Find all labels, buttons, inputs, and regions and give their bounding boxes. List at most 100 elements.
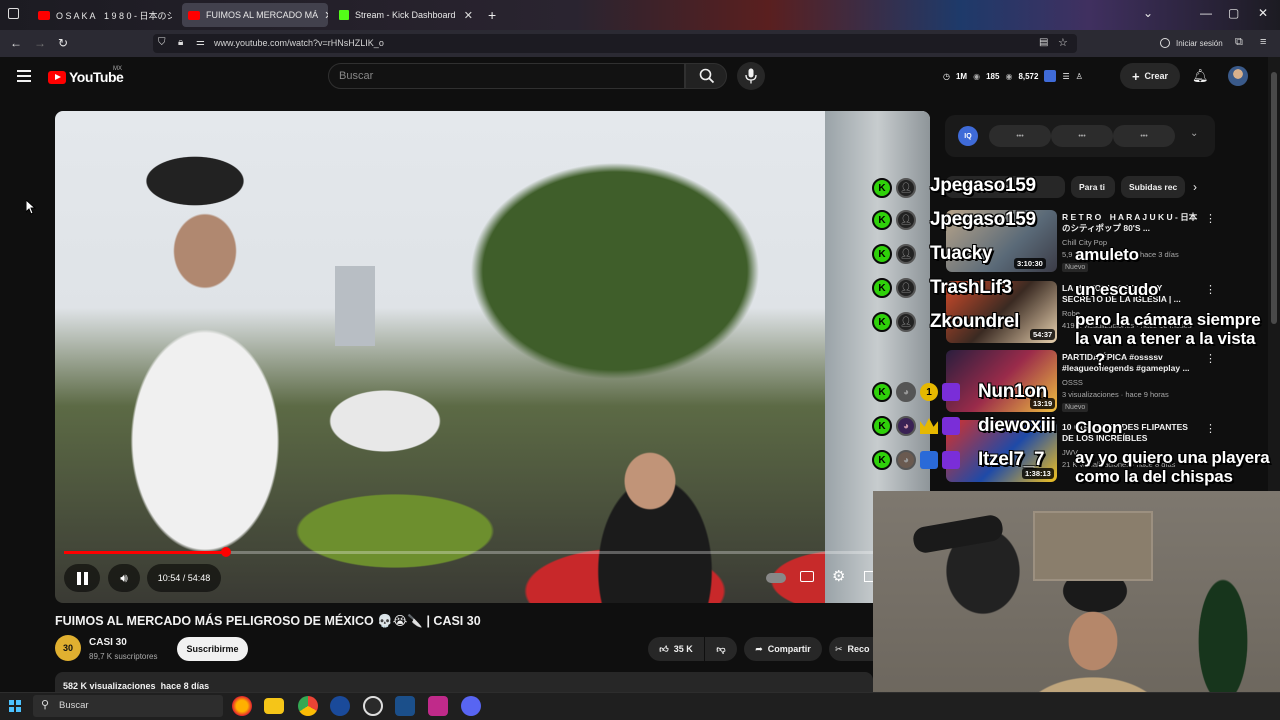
search-button[interactable] [685,63,727,89]
settings-gear-icon[interactable]: ⚙ [832,567,845,585]
pause-button[interactable] [64,564,100,592]
shield-icon[interactable]: ⛉ [158,37,166,48]
extension-stats[interactable]: ◷ 1M ◉ 185 ◉ 8,572 ☰ ♙ [943,70,1083,82]
user-icon: 👤︎ [896,244,916,264]
create-button[interactable]: + Crear [1120,63,1180,89]
extensions-icon[interactable]: ⧉ [1235,36,1243,49]
close-tab-icon[interactable]: ✕ [324,9,328,22]
voice-search-button[interactable] [737,62,765,90]
chat-badges: K ◕ [872,416,960,436]
tab-kick[interactable]: Stream - Kick Dashboard ✕ [333,3,479,27]
iq-pill[interactable]: ••• [1113,125,1175,147]
chip-para-ti[interactable]: Para ti [1071,176,1115,198]
reload-icon[interactable]: ↻ [58,36,68,50]
tab-fuimos[interactable]: FUIMOS AL MERCADO MÁ ✕ [182,3,328,27]
user-icon: 👤︎ [896,210,916,230]
ccleaner-icon[interactable] [330,696,350,716]
captions-icon[interactable] [800,571,814,582]
app-menu-icon[interactable]: ≡ [1260,36,1266,48]
browser-tab-bar: O S A K A 1 9 8 0 - 日本のシティ FUIMOS AL MER… [0,0,1280,30]
game-app-icon[interactable] [428,696,448,716]
duration-badge: 54:37 [1030,329,1056,340]
avatar[interactable] [1228,66,1248,86]
bookmark-star-icon[interactable]: ☆ [1058,36,1068,49]
firefox-icon[interactable] [232,696,252,716]
discord-icon[interactable] [461,696,481,716]
recommendation-title[interactable]: PARTIDA ÉPICA #ossssv #leagueoflegends #… [1062,352,1202,374]
lock-icon[interactable]: 🔒︎ [178,37,183,48]
more-options-icon[interactable]: ⋮ [1205,352,1216,365]
close-tab-icon[interactable]: ✕ [464,9,473,22]
address-bar[interactable]: ⛉ 🔒︎ ⚌ www.youtube.com/watch?v=rHNsHZLIK… [153,34,1077,53]
video-player[interactable] [55,111,930,603]
minimize-icon[interactable]: — [1200,6,1212,20]
recommendation-channel[interactable]: OSSS [1062,378,1083,387]
steam-icon[interactable] [395,696,415,716]
list-icon[interactable]: ☰ [1062,72,1069,81]
autoplay-toggle[interactable] [766,573,786,583]
chevron-down-icon[interactable]: ⌄ [1143,6,1153,20]
iq-logo-icon[interactable]: IQ [958,126,978,146]
kick-badge-icon: K [872,278,892,298]
tab-osaka[interactable]: O S A K A 1 9 8 0 - 日本のシティ [32,3,172,27]
stat-b: 185 [986,71,1000,81]
more-options-icon[interactable]: ⋮ [1205,422,1216,435]
forward-icon[interactable]: → [34,36,46,50]
notifications-bell-icon[interactable]: 🔔︎ [1192,68,1209,84]
scrollbar-thumb[interactable] [1271,72,1277,324]
eye-icon: ◉ [973,71,981,81]
video-progress-bar[interactable] [64,547,876,557]
like-button[interactable]: 👍︎ 35 K [648,637,704,661]
pause-icon [76,571,88,585]
share-label: Compartir [767,644,811,654]
hamburger-menu-icon[interactable] [17,70,31,82]
volume-icon: 🔊︎ [120,570,128,585]
reader-view-icon[interactable]: ▤ [1039,37,1048,48]
chip-subidas[interactable]: Subidas rec [1121,176,1185,198]
more-options-icon[interactable]: ⋮ [1205,212,1216,225]
extension-badge-icon[interactable] [1044,70,1057,82]
chat-badges: K 👤︎ [872,312,916,332]
badge-icon[interactable]: ♙ [1076,72,1083,81]
video-meta: 582 K visualizaciones hace 8 días [63,681,209,691]
back-icon[interactable]: ← [10,36,22,50]
kick-badge-icon: K [872,450,892,470]
channel-avatar[interactable]: 30 [55,635,81,661]
chevron-right-icon[interactable]: › [1193,180,1197,194]
user-icon: 👤︎ [896,278,916,298]
recommendation-title[interactable]: R E T R O H A R A J U K U - 日本のシティポップ 80… [1062,212,1202,234]
clip-button[interactable]: ✂ Reco [829,637,873,661]
iq-pill[interactable]: ••• [989,125,1051,147]
channel-name[interactable]: CASI 30 [89,637,127,648]
youtube-logo[interactable]: YouTube MX [48,66,124,85]
video-scrubber-handle[interactable] [220,547,231,557]
windows-start-icon[interactable] [9,700,21,712]
obs-icon[interactable] [363,696,383,716]
shelf [1033,511,1153,581]
account-icon[interactable] [1160,38,1170,48]
chevron-down-icon[interactable]: ⌄ [1190,128,1198,139]
youtube-play-icon [48,70,66,84]
subscribe-button[interactable]: Suscribirme [177,637,248,661]
file-explorer-icon[interactable] [264,698,284,714]
iq-pill[interactable]: ••• [1051,125,1113,147]
close-window-icon[interactable]: ✕ [1258,6,1268,20]
chat-badges: K 👤︎ [872,210,916,230]
maximize-icon[interactable]: ▢ [1228,6,1239,20]
duration-badge: 3:10:30 [1014,258,1046,269]
user-icon: 👤︎ [896,312,916,332]
chat-username: Nun1on [978,381,1047,402]
more-options-icon[interactable]: ⋮ [1205,283,1216,296]
dislike-button[interactable]: 👎︎ [705,637,737,661]
volume-button[interactable]: 🔊︎ [108,564,140,592]
chat-username: diewoxiii [978,415,1056,436]
search-input[interactable]: Buscar [328,63,685,89]
permissions-icon[interactable]: ⚌ [196,37,205,48]
new-tab-icon[interactable]: + [488,7,496,23]
tab-list-icon[interactable] [8,8,19,19]
taskbar-search-input[interactable]: ⚲ Buscar [33,695,223,717]
signin-label[interactable]: Iniciar sesión [1176,39,1223,48]
chat-message: amuleto [1075,245,1139,264]
chrome-icon[interactable] [298,696,318,716]
share-button[interactable]: ➦ Compartir [744,637,822,661]
